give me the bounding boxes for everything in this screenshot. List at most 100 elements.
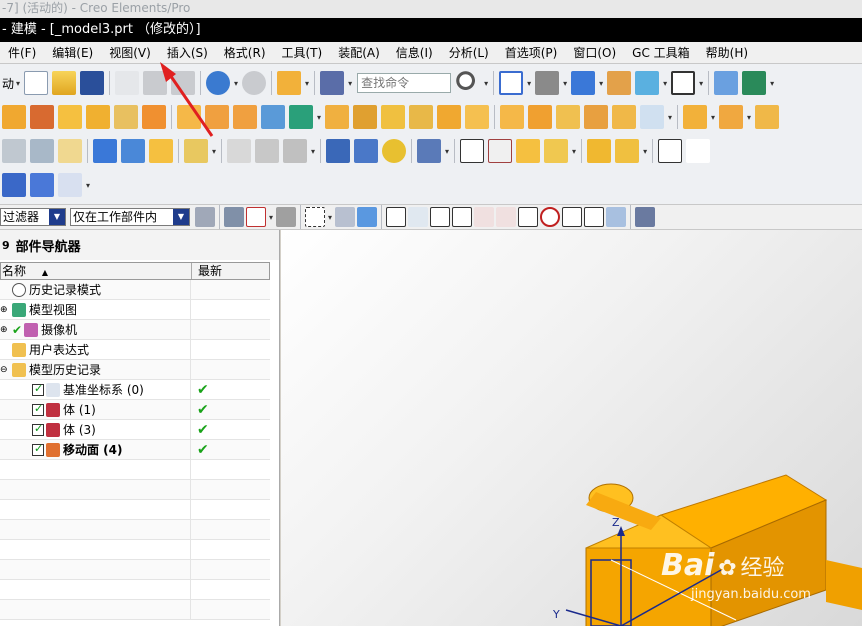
dimension-icon[interactable] (283, 139, 308, 163)
menu-help[interactable]: 帮助(H) (698, 42, 756, 64)
menu-view[interactable]: 视图(V) (101, 42, 159, 64)
new-file-icon[interactable] (24, 71, 49, 95)
draft-icon[interactable] (353, 105, 378, 129)
undo-icon[interactable] (206, 71, 231, 95)
column-header-latest[interactable]: 最新 (192, 263, 269, 279)
table-row[interactable]: 体 (1) ✔ (0, 400, 270, 420)
table-row[interactable]: ⊕ 模型视图 (0, 300, 270, 320)
block-icon[interactable] (325, 105, 350, 129)
box-select-icon[interactable] (305, 207, 326, 227)
menu-info[interactable]: 信息(I) (388, 42, 441, 64)
sketch-icon[interactable] (544, 139, 569, 163)
hole-icon[interactable] (58, 105, 82, 129)
component-add-icon[interactable] (277, 71, 302, 95)
chevron-down-icon[interactable]: ▾ (16, 79, 20, 88)
assembly-blocks-icon[interactable] (587, 139, 612, 163)
menu-format[interactable]: 格式(R) (216, 42, 274, 64)
redo-icon[interactable] (242, 71, 267, 95)
cube-icon[interactable] (500, 105, 525, 129)
assembly-icon[interactable] (742, 71, 767, 95)
search-icon[interactable] (456, 71, 481, 95)
thicken-icon[interactable] (465, 105, 490, 129)
move-icon[interactable] (93, 139, 117, 163)
mesh-icon[interactable] (612, 105, 637, 129)
expand-icon[interactable]: ⊕ (0, 325, 12, 335)
boss-icon[interactable] (86, 105, 110, 129)
text-icon[interactable] (184, 139, 208, 163)
loft-icon[interactable] (556, 105, 581, 129)
visibility-checkbox[interactable] (32, 382, 44, 396)
export-icon[interactable] (714, 71, 739, 95)
snap-intersection-icon[interactable] (562, 207, 583, 227)
snap-icon[interactable] (224, 207, 244, 227)
table-icon[interactable] (488, 139, 513, 163)
chevron-down-icon[interactable]: ▾ (445, 147, 449, 156)
chevron-down-icon[interactable]: ▾ (328, 213, 332, 222)
filter-settings-icon[interactable] (195, 207, 215, 227)
open-folder-icon[interactable] (52, 71, 77, 95)
extrude-icon[interactable] (2, 105, 26, 129)
sheet-icon[interactable] (409, 105, 434, 129)
pad-icon[interactable] (142, 105, 166, 129)
chevron-down-icon[interactable]: ▾ (348, 79, 352, 88)
layer-icon[interactable] (607, 71, 632, 95)
chevron-down-icon[interactable]: ▾ (711, 113, 715, 122)
expand-icon[interactable]: ⊕ (0, 305, 12, 315)
chevron-down-icon[interactable]: ▼ (49, 209, 65, 225)
eraser-icon[interactable] (58, 139, 82, 163)
rib-icon[interactable] (381, 105, 406, 129)
collapse-icon[interactable]: ⊖ (0, 365, 12, 375)
triangle-icon[interactable] (460, 139, 485, 163)
snap-curve-icon[interactable] (474, 207, 495, 227)
select-face-icon[interactable] (357, 207, 378, 227)
section-view-icon[interactable] (635, 71, 660, 95)
chevron-down-icon[interactable]: ▾ (563, 79, 567, 88)
table-row[interactable]: 体 (3) ✔ (0, 420, 270, 440)
graphics-viewport[interactable]: Z Y Bai ✿ 经验 jingyan.baidu.com (281, 230, 862, 626)
cylinder-icon[interactable] (326, 139, 351, 163)
snap-circle-icon[interactable] (540, 207, 561, 227)
chevron-down-icon[interactable]: ▾ (305, 79, 309, 88)
chevron-down-icon[interactable]: ▾ (643, 147, 647, 156)
chevron-down-icon[interactable]: ▾ (572, 147, 576, 156)
command-search-input[interactable] (357, 73, 452, 93)
copy-icon[interactable] (143, 71, 168, 95)
point-snap-icon[interactable] (246, 207, 266, 227)
menu-insert[interactable]: 插入(S) (159, 42, 216, 64)
chevron-down-icon[interactable]: ▾ (212, 147, 216, 156)
bearing-icon[interactable] (417, 139, 442, 163)
chevron-down-icon[interactable]: ▾ (770, 79, 774, 88)
spring-icon[interactable] (354, 139, 379, 163)
start-menu-label[interactable]: 动 (2, 75, 14, 92)
chevron-down-icon[interactable]: ▾ (86, 181, 90, 190)
combine-icon[interactable] (261, 105, 285, 129)
chain-link-icon[interactable] (658, 139, 683, 163)
gear-icon[interactable] (382, 139, 407, 163)
constraint-icon[interactable] (149, 139, 173, 163)
menu-preferences[interactable]: 首选项(P) (497, 42, 566, 64)
shell-icon[interactable] (177, 105, 201, 129)
spline-icon[interactable] (255, 139, 280, 163)
grid-toggle-icon[interactable] (635, 207, 656, 227)
chevron-down-icon[interactable]: ▾ (317, 113, 321, 122)
line-icon[interactable] (686, 139, 711, 163)
snap-grid-icon[interactable] (386, 207, 407, 227)
pick-icon[interactable] (276, 207, 297, 227)
chevron-down-icon[interactable]: ▾ (484, 79, 488, 88)
snap-line-icon[interactable] (430, 207, 451, 227)
chevron-down-icon[interactable]: ▾ (668, 113, 672, 122)
document-icon[interactable] (2, 173, 26, 197)
array-icon[interactable] (205, 105, 229, 129)
table-row[interactable]: 基准坐标系 (0) ✔ (0, 380, 270, 400)
snap-tangent-icon[interactable] (496, 207, 517, 227)
trim-icon[interactable] (289, 105, 313, 129)
mate-icon[interactable] (719, 105, 744, 129)
save-icon[interactable] (80, 71, 105, 95)
table-row[interactable]: 用户表达式 (0, 340, 270, 360)
snap-center-icon[interactable] (518, 207, 539, 227)
select-body-icon[interactable] (335, 207, 356, 227)
grid-icon[interactable] (516, 139, 541, 163)
snap-angle-icon[interactable] (584, 207, 605, 227)
pocket-icon[interactable] (114, 105, 138, 129)
menu-file[interactable]: 件(F) (0, 42, 44, 64)
